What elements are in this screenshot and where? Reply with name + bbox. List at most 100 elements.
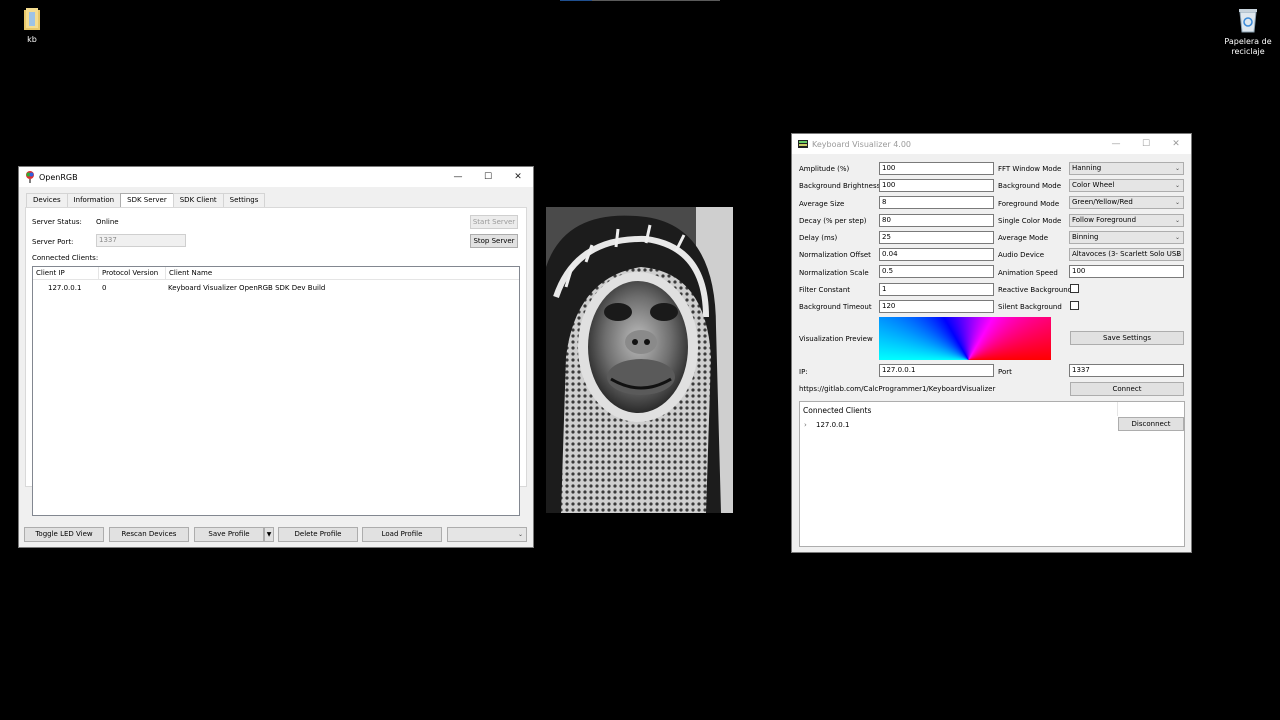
maximize-icon[interactable]: ☐ <box>1131 134 1161 154</box>
maximize-icon[interactable]: ☐ <box>473 167 503 187</box>
window-title: Keyboard Visualizer 4.00 <box>812 139 912 149</box>
save-profile-dropdown-icon[interactable]: ▼ <box>264 527 274 542</box>
ip-input[interactable]: 127.0.0.1 <box>879 364 994 377</box>
foreground-mode-select[interactable]: Green/Yellow/Red ⌄ <box>1069 196 1184 209</box>
chevron-down-icon: ⌄ <box>1174 182 1180 189</box>
cell-client-ip: 127.0.0.1 <box>48 284 82 292</box>
close-icon[interactable]: ✕ <box>1161 134 1191 154</box>
background-mode-value: Color Wheel <box>1072 181 1115 189</box>
background-timeout-input[interactable]: 120 <box>879 300 994 313</box>
openrgb-titlebar[interactable]: OpenRGB — ☐ ✕ <box>19 167 533 187</box>
chevron-right-icon[interactable]: › <box>804 421 807 429</box>
rescan-devices-button[interactable]: Rescan Devices <box>109 527 189 542</box>
load-profile-button[interactable]: Load Profile <box>362 527 442 542</box>
single-color-mode-value: Follow Foreground <box>1072 216 1137 224</box>
port-input[interactable]: 1337 <box>1069 364 1184 377</box>
server-port-label: Server Port: <box>32 238 74 246</box>
background-mode-select[interactable]: Color Wheel ⌄ <box>1069 179 1184 192</box>
reactive-background-checkbox[interactable] <box>1070 284 1079 293</box>
average-mode-select[interactable]: Binning ⌄ <box>1069 231 1184 244</box>
column-header-client-name[interactable]: Client Name <box>166 267 521 280</box>
silent-background-label: Silent Background <box>998 303 1062 311</box>
desktop-icon-recycle-bin[interactable]: Papelera de reciclaje <box>1216 6 1280 57</box>
background-brightness-input[interactable]: 100 <box>879 179 994 192</box>
fft-window-mode-select[interactable]: Hanning ⌄ <box>1069 162 1184 175</box>
openrgb-logo-icon <box>26 171 34 183</box>
average-size-input[interactable]: 8 <box>879 196 994 209</box>
server-status-label: Server Status: <box>32 218 82 226</box>
chevron-down-icon: ⌄ <box>1174 234 1180 241</box>
stop-server-button[interactable]: Stop Server <box>470 234 518 248</box>
project-url[interactable]: https://gitlab.com/CalcProgrammer1/Keybo… <box>799 385 995 393</box>
foreground-mode-label: Foreground Mode <box>998 200 1060 208</box>
desktop-icon-label: kb <box>27 35 37 44</box>
normalization-offset-label: Normalization Offset <box>799 251 871 259</box>
visualization-preview-label: Visualization Preview <box>799 335 873 343</box>
decay-label: Decay (% per step) <box>799 217 867 225</box>
ip-label: IP: <box>799 368 808 376</box>
chevron-down-icon: ⌄ <box>1174 251 1180 258</box>
audio-device-select[interactable]: Altavoces (3- Scarlett Solo USB ⌄ <box>1069 248 1184 261</box>
chevron-down-icon: ⌄ <box>517 531 523 538</box>
close-icon[interactable]: ✕ <box>503 167 533 187</box>
keyboard-icon <box>798 140 808 148</box>
fft-window-mode-value: Hanning <box>1072 164 1102 172</box>
tab-sdk-client[interactable]: SDK Client <box>172 193 224 207</box>
normalization-scale-input[interactable]: 0.5 <box>879 265 994 278</box>
connected-clients-list: Connected Clients › 127.0.0.1 Disconnect <box>799 401 1185 547</box>
tab-devices[interactable]: Devices <box>26 193 68 207</box>
delay-input[interactable]: 25 <box>879 231 994 244</box>
profile-select[interactable]: ⌄ <box>447 527 527 542</box>
top-edge-indicator <box>560 0 720 1</box>
foreground-mode-value: Green/Yellow/Red <box>1072 198 1133 206</box>
tab-sdk-server[interactable]: SDK Server <box>120 193 174 208</box>
monkey-photo <box>546 207 733 513</box>
header-divider <box>1117 402 1118 416</box>
connected-clients-header: Connected Clients <box>803 406 872 415</box>
minimize-icon[interactable]: — <box>443 167 473 187</box>
connect-button[interactable]: Connect <box>1070 382 1184 396</box>
server-port-input[interactable]: 1337 <box>96 234 186 247</box>
minimize-icon[interactable]: — <box>1101 134 1131 154</box>
single-color-mode-select[interactable]: Follow Foreground ⌄ <box>1069 214 1184 227</box>
average-size-label: Average Size <box>799 200 845 208</box>
recycle-bin-icon <box>1239 9 1257 33</box>
save-settings-button[interactable]: Save Settings <box>1070 331 1184 345</box>
audio-device-label: Audio Device <box>998 251 1045 259</box>
tab-settings[interactable]: Settings <box>222 193 266 207</box>
average-mode-label: Average Mode <box>998 234 1049 242</box>
animation-speed-input[interactable]: 100 <box>1069 265 1184 278</box>
cell-client-name: Keyboard Visualizer OpenRGB SDK Dev Buil… <box>168 284 326 292</box>
toggle-led-view-button[interactable]: Toggle LED View <box>24 527 104 542</box>
delete-profile-button[interactable]: Delete Profile <box>278 527 358 542</box>
decay-input[interactable]: 80 <box>879 214 994 227</box>
visualization-preview <box>879 317 1051 360</box>
desktop-icon-kb[interactable]: kb <box>0 6 64 45</box>
normalization-offset-input[interactable]: 0.04 <box>879 248 994 261</box>
start-server-button[interactable]: Start Server <box>470 215 518 229</box>
chevron-down-icon: ⌄ <box>1174 199 1180 206</box>
sdk-server-panel: Server Status: Online Start Server Serve… <box>25 207 527 516</box>
single-color-mode-label: Single Color Mode <box>998 217 1062 225</box>
chevron-down-icon: ⌄ <box>1174 217 1180 224</box>
average-mode-value: Binning <box>1072 233 1099 241</box>
fft-window-mode-label: FFT Window Mode <box>998 165 1062 173</box>
column-header-client-ip[interactable]: Client IP <box>33 267 99 280</box>
column-header-protocol-version[interactable]: Protocol Version <box>99 267 166 280</box>
save-profile-button[interactable]: Save Profile <box>194 527 264 542</box>
clients-table: Client IP Protocol Version Client Name 1… <box>32 266 520 516</box>
reactive-background-label: Reactive Background <box>998 286 1073 294</box>
tab-information[interactable]: Information <box>66 193 122 207</box>
client-ip-item[interactable]: 127.0.0.1 <box>816 421 849 429</box>
silent-background-checkbox[interactable] <box>1070 301 1079 310</box>
desktop-icon-label: Papelera de reciclaje <box>1224 37 1272 56</box>
background-mode-label: Background Mode <box>998 182 1062 190</box>
amplitude-input[interactable]: 100 <box>879 162 994 175</box>
filter-constant-input[interactable]: 1 <box>879 283 994 296</box>
cell-protocol-version: 0 <box>102 284 107 292</box>
disconnect-button[interactable]: Disconnect <box>1118 417 1184 431</box>
delay-label: Delay (ms) <box>799 234 838 242</box>
connected-clients-label: Connected Clients: <box>32 254 99 262</box>
tab-bar: Devices Information SDK Server SDK Clien… <box>26 193 266 208</box>
kv-titlebar[interactable]: Keyboard Visualizer 4.00 — ☐ ✕ <box>792 134 1191 154</box>
